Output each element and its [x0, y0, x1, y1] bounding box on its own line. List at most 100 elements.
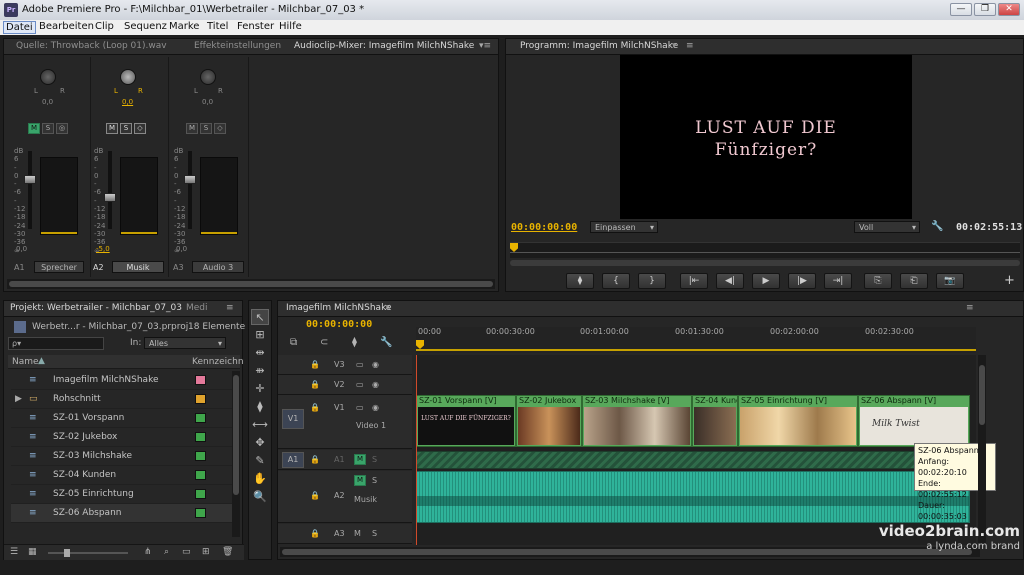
minimize-button[interactable]: —	[950, 3, 972, 16]
extract-button[interactable]: ⎗	[900, 273, 928, 289]
list-item[interactable]: ≡ SZ-02 Jukebox	[11, 428, 237, 447]
selection-tool-icon[interactable]: ↖	[251, 309, 269, 325]
new-bin-icon[interactable]: ▭	[182, 547, 191, 557]
project-scrollbar[interactable]	[232, 371, 240, 537]
list-item[interactable]: ≡ SZ-05 Einrichtung	[11, 485, 237, 504]
channel-name-a1[interactable]: Sprecher	[34, 261, 84, 273]
solo-track-a3[interactable]: S	[372, 529, 377, 538]
pan-value-a2[interactable]: 0,0	[122, 98, 133, 106]
mark-out-button[interactable]: }	[638, 273, 666, 289]
menu-bearbeiten[interactable]: Bearbeiten	[39, 21, 94, 32]
lift-button[interactable]: ⎘	[864, 273, 892, 289]
play-button[interactable]: ▶	[752, 273, 780, 289]
panel-menu-icon[interactable]: ▾≡	[479, 41, 491, 51]
mute-track-a3[interactable]: M	[354, 529, 361, 538]
marker-icon[interactable]: ⧫	[352, 337, 357, 348]
close-button[interactable]: ✕	[998, 3, 1020, 16]
go-to-in-button[interactable]: |⇤	[680, 273, 708, 289]
timeline-panel-menu-icon[interactable]: ≡	[966, 303, 974, 313]
list-item[interactable]: ≡ Imagefilm MilchNShake	[11, 371, 237, 390]
clip-sz02[interactable]: SZ-02 Jukebox	[516, 395, 582, 447]
toggle-sync-icon[interactable]: ▭	[356, 403, 364, 412]
mute-a3[interactable]: M	[186, 123, 198, 134]
tab-project[interactable]: Projekt: Werbetrailer - Milchbar_07_03	[10, 303, 182, 313]
audio-track-a1-clip[interactable]	[416, 451, 970, 469]
mark-in-button[interactable]: {	[602, 273, 630, 289]
razor-tool-icon[interactable]: ⧫	[251, 399, 269, 415]
solo-a2[interactable]: S	[120, 123, 132, 134]
label-swatch[interactable]	[195, 432, 206, 442]
close-tab-icon[interactable]: ×	[384, 303, 392, 313]
list-item[interactable]: ≡ SZ-01 Vorspann	[11, 409, 237, 428]
fader-handle-a3[interactable]	[184, 175, 196, 184]
program-video-frame[interactable]: Lust auf die Fünfziger?	[620, 55, 912, 219]
mute-track-a2[interactable]: M	[354, 475, 366, 486]
menu-fenster[interactable]: Fenster	[237, 21, 274, 32]
go-to-out-button[interactable]: ⇥|	[824, 273, 852, 289]
mute-a1[interactable]: M	[28, 123, 40, 134]
add-button-icon[interactable]: +	[1004, 273, 1015, 288]
col-label[interactable]: Kennzeichn	[192, 357, 244, 367]
tab-source[interactable]: Quelle: Throwback (Loop 01).wav	[16, 41, 167, 51]
timeline-vscroll[interactable]	[978, 355, 986, 545]
tab-audio-mixer[interactable]: Audioclip-Mixer: Imagefilm MilchNShake	[294, 41, 474, 51]
fader-track-a3[interactable]	[188, 151, 192, 229]
list-view-icon[interactable]: ☰	[10, 547, 18, 557]
record-a3[interactable]: ◇	[214, 123, 226, 134]
zoom-slider[interactable]	[48, 549, 128, 557]
fit-dropdown[interactable]: Einpassen ▾	[590, 221, 658, 233]
solo-track-a1[interactable]: S	[372, 455, 377, 464]
list-item[interactable]: ≡ SZ-04 Kunden	[11, 466, 237, 485]
quality-dropdown[interactable]: Voll ▾	[854, 221, 920, 233]
project-search-input[interactable]: ρ▾	[8, 337, 104, 350]
clip-sz01[interactable]: SZ-01 Vorspann [V] LUST AUF DIE FÜNFZIGE…	[416, 395, 516, 447]
label-swatch[interactable]	[195, 451, 206, 461]
audio-clip-musik[interactable]	[416, 471, 970, 523]
program-tab-dropdown-icon[interactable]: ▾	[672, 41, 677, 51]
channel-name-a2[interactable]: Musik	[112, 261, 164, 273]
mixer-scrollbar[interactable]	[7, 279, 495, 289]
clip-sz05[interactable]: SZ-05 Einrichtung [V]	[738, 395, 858, 447]
menu-sequenz[interactable]: Sequenz	[124, 21, 167, 32]
track-select-tool-icon[interactable]: ⊞	[251, 327, 269, 343]
clip-sz04[interactable]: SZ-04 Kund	[692, 395, 738, 447]
icon-view-icon[interactable]: ▦	[28, 547, 37, 557]
expand-triangle-icon[interactable]: ▶	[15, 394, 25, 404]
label-swatch[interactable]	[195, 489, 206, 499]
rolling-edit-tool-icon[interactable]: ⇻	[251, 363, 269, 379]
zoom-slider-handle[interactable]	[64, 549, 70, 557]
toggle-sync-icon[interactable]: ▭	[356, 380, 364, 389]
clip-sz06[interactable]: SZ-06 Abspann [V] Milk Twist	[858, 395, 970, 447]
tab-media[interactable]: Medi	[186, 303, 208, 313]
link-icon[interactable]: ⊂	[320, 337, 328, 348]
maximize-button[interactable]: ❐	[974, 3, 996, 16]
lock-icon[interactable]: 🔒	[310, 360, 320, 369]
wrench-icon[interactable]: 🔧	[931, 221, 943, 232]
list-item[interactable]: ▶ ▭ Rohschnitt	[11, 390, 237, 409]
label-swatch[interactable]	[195, 508, 206, 518]
step-back-button[interactable]: ◀|	[716, 273, 744, 289]
add-marker-button[interactable]: ⧫	[566, 273, 594, 289]
zoom-tool-icon[interactable]: 🔍	[251, 489, 269, 505]
solo-a3[interactable]: S	[200, 123, 212, 134]
solo-a1[interactable]: S	[42, 123, 54, 134]
lock-icon[interactable]: 🔒	[310, 403, 320, 412]
label-swatch[interactable]	[195, 470, 206, 480]
menu-clip[interactable]: Clip	[95, 21, 114, 32]
program-zoom-bar[interactable]	[510, 260, 1020, 266]
pan-knob-a2[interactable]	[120, 69, 136, 85]
project-scrollbar-thumb[interactable]	[233, 375, 239, 495]
solo-track-a2[interactable]: S	[372, 476, 377, 485]
list-item[interactable]: ≡ SZ-06 Abspann	[11, 504, 237, 523]
label-swatch[interactable]	[195, 375, 206, 385]
mute-track-a1[interactable]: M	[354, 454, 366, 465]
lock-icon[interactable]: 🔒	[310, 380, 320, 389]
source-patch-a1[interactable]: A1	[282, 452, 304, 468]
timeline-vscroll-thumb[interactable]	[979, 365, 985, 425]
playhead-icon[interactable]	[510, 243, 518, 252]
program-mini-timeline[interactable]	[510, 242, 1020, 258]
slip-tool-icon[interactable]: ⟷	[251, 417, 269, 433]
clip-sz03[interactable]: SZ-03 Milchshake [V]	[582, 395, 692, 447]
record-a2[interactable]: ◇	[134, 123, 146, 134]
fader-handle-a1[interactable]	[24, 175, 36, 184]
